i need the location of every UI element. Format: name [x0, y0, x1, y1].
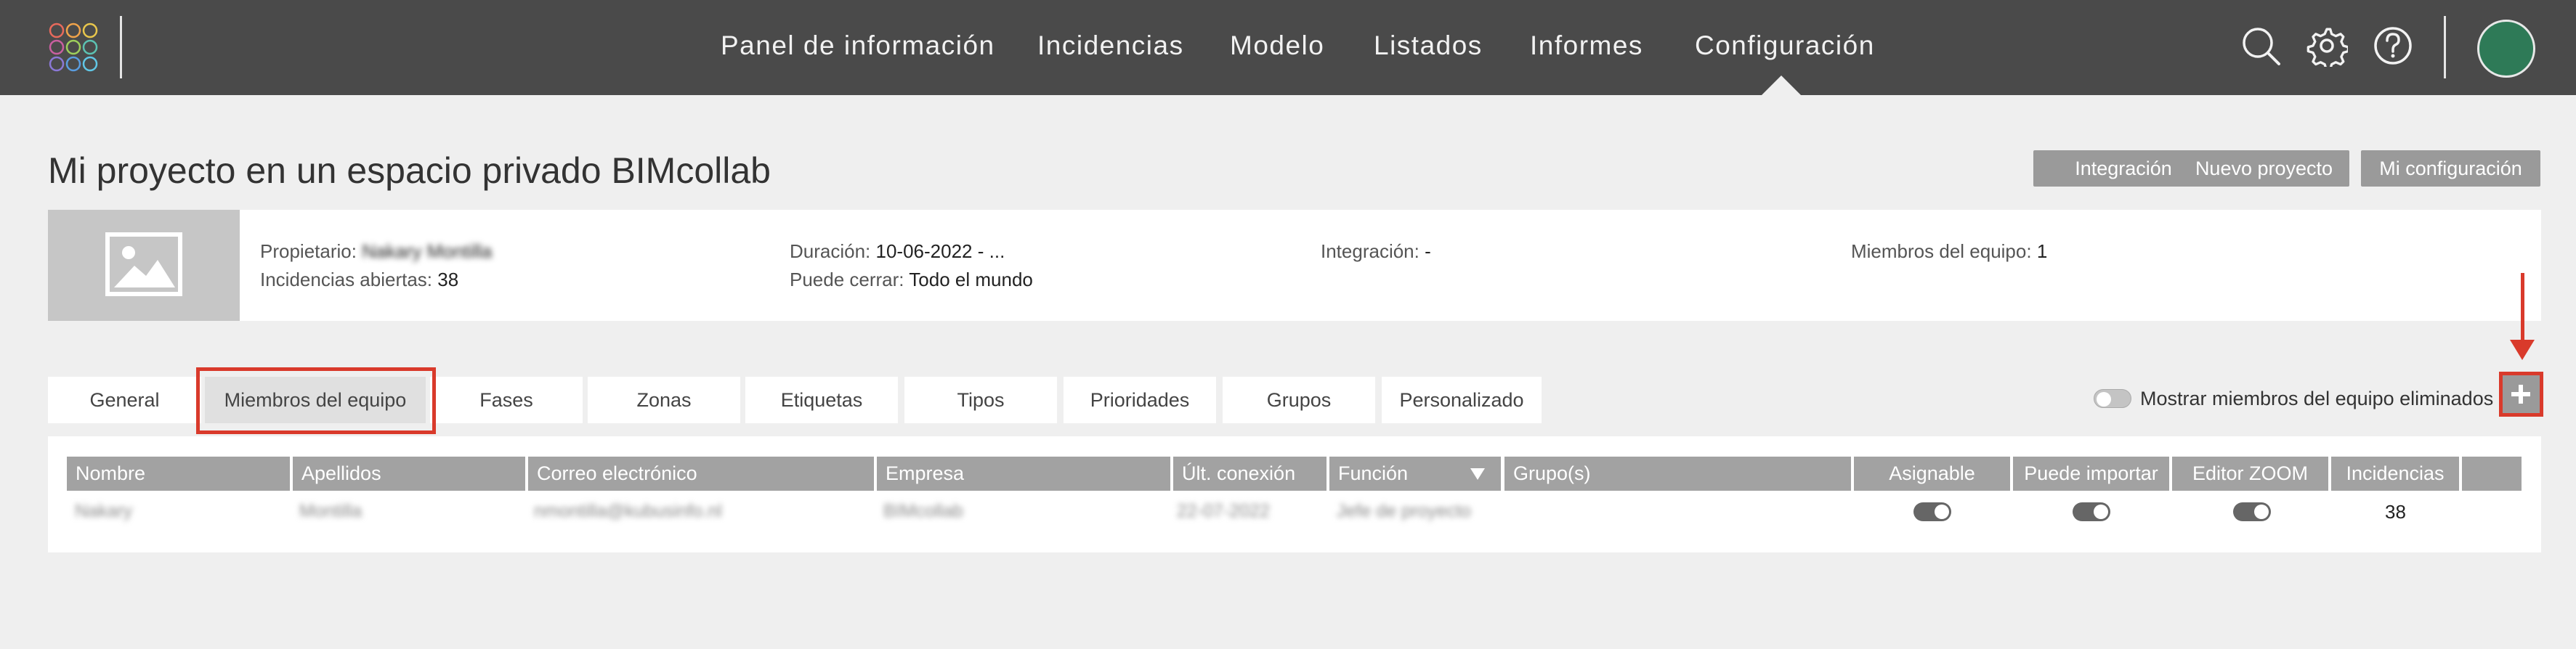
- team-members-label: Miembros del equipo:: [1851, 240, 2032, 262]
- cell-first-name: Nakary: [75, 501, 133, 521]
- owner-label: Propietario:: [260, 240, 357, 262]
- tab-custom[interactable]: Personalizado: [1382, 377, 1542, 423]
- image-placeholder-icon: [105, 232, 182, 296]
- can-import-toggle[interactable]: [2073, 502, 2110, 521]
- owner-info: Propietario: Nakary Montilla: [260, 240, 492, 263]
- tab-groups[interactable]: Grupos: [1223, 377, 1375, 423]
- duration-value: 10-06-2022 - ...: [875, 240, 1005, 262]
- column-header-assignable[interactable]: Asignable: [1854, 457, 2010, 491]
- logo-divider: [120, 16, 122, 78]
- tab-types[interactable]: Tipos: [904, 377, 1057, 423]
- can-close-label: Puede cerrar:: [790, 269, 904, 290]
- can-close-info: Puede cerrar: Todo el mundo: [790, 269, 1033, 291]
- column-header-actions: [2462, 457, 2522, 491]
- owner-value: Nakary Montilla: [362, 240, 493, 262]
- annotation-arrow: [2521, 273, 2524, 343]
- column-header-role-label: Función: [1338, 462, 1409, 484]
- integration-info: Integración: -: [1321, 240, 1431, 263]
- team-members-info: Miembros del equipo: 1: [1851, 240, 2047, 263]
- add-member-button[interactable]: [2502, 375, 2540, 413]
- search-icon[interactable]: [2240, 25, 2282, 67]
- nav-item-configuration[interactable]: Configuración: [1695, 30, 1875, 61]
- zoom-editor-toggle[interactable]: [2233, 502, 2271, 521]
- column-header-groups[interactable]: Grupo(s): [1504, 457, 1851, 491]
- assignable-toggle[interactable]: [1913, 502, 1951, 521]
- nav-item-issues[interactable]: Incidencias: [1037, 30, 1184, 61]
- top-navigation-bar: Panel de información Incidencias Modelo …: [0, 0, 2576, 96]
- column-header-first-name[interactable]: Nombre: [67, 457, 290, 491]
- nav-item-dashboard[interactable]: Panel de información: [721, 30, 995, 61]
- cell-issues-count: 38: [2385, 501, 2406, 523]
- cell-company: BIMcollab: [883, 501, 963, 521]
- user-divider: [2444, 16, 2446, 78]
- column-header-company[interactable]: Empresa: [877, 457, 1170, 491]
- nav-item-model[interactable]: Modelo: [1230, 30, 1324, 61]
- cell-last-login: 22-07-2022: [1177, 501, 1270, 521]
- help-icon[interactable]: [2372, 25, 2414, 67]
- can-close-value: Todo el mundo: [909, 269, 1033, 290]
- nav-item-lists[interactable]: Listados: [1374, 30, 1483, 61]
- column-header-email[interactable]: Correo electrónico: [528, 457, 874, 491]
- tab-team-members[interactable]: Miembros del equipo: [205, 377, 426, 423]
- show-deleted-members-label: Mostrar miembros del equipo eliminados: [2140, 388, 2494, 409]
- open-issues-value: 38: [437, 269, 459, 290]
- column-header-can-import[interactable]: Puede importar: [2013, 457, 2169, 491]
- column-header-role[interactable]: Función: [1329, 457, 1501, 491]
- open-issues-label: Incidencias abiertas:: [260, 269, 433, 290]
- tab-general[interactable]: General: [48, 377, 201, 423]
- column-header-last-name[interactable]: Apellidos: [293, 457, 525, 491]
- column-header-issues[interactable]: Incidencias: [2331, 457, 2459, 491]
- column-header-zoom-editor[interactable]: Editor ZOOM: [2172, 457, 2328, 491]
- cell-role: Jefe de proyecto: [1337, 501, 1471, 521]
- sort-descending-icon[interactable]: [1470, 468, 1485, 480]
- avatar[interactable]: [2477, 20, 2535, 78]
- open-issues-info: Incidencias abiertas: 38: [260, 269, 458, 291]
- duration-info: Duración: 10-06-2022 - ...: [790, 240, 1005, 263]
- cell-email: nmontilla@kubusinfo.nl: [534, 501, 722, 521]
- tab-phases[interactable]: Fases: [430, 377, 583, 423]
- team-members-value: 1: [2036, 240, 2048, 262]
- project-thumbnail[interactable]: [48, 210, 240, 321]
- tab-zones[interactable]: Zonas: [588, 377, 740, 423]
- app-logo-icon[interactable]: [48, 22, 99, 73]
- integration-label: Integración:: [1321, 240, 1419, 262]
- project-info-card: Propietario: Nakary Montilla Incidencias…: [48, 210, 2541, 321]
- integration-value: -: [1425, 240, 1431, 262]
- page-title: Mi proyecto en un espacio privado BIMcol…: [48, 150, 771, 191]
- active-nav-indicator: [1761, 75, 1802, 96]
- annotation-arrow-head: [2510, 340, 2535, 360]
- show-deleted-members-toggle[interactable]: [2094, 389, 2131, 408]
- gear-icon[interactable]: [2306, 25, 2348, 67]
- column-header-last-login[interactable]: Últ. conexión: [1173, 457, 1327, 491]
- duration-label: Duración:: [790, 240, 871, 262]
- my-configuration-button[interactable]: Mi configuración: [2361, 150, 2540, 187]
- plus-icon: [2511, 385, 2530, 404]
- cell-last-name: Montilla: [299, 501, 362, 521]
- nav-item-reports[interactable]: Informes: [1530, 30, 1643, 61]
- tab-priorities[interactable]: Prioridades: [1064, 377, 1216, 423]
- new-project-button[interactable]: Nuevo proyecto: [2179, 150, 2349, 187]
- tab-labels[interactable]: Etiquetas: [745, 377, 898, 423]
- team-members-table: [48, 436, 2541, 552]
